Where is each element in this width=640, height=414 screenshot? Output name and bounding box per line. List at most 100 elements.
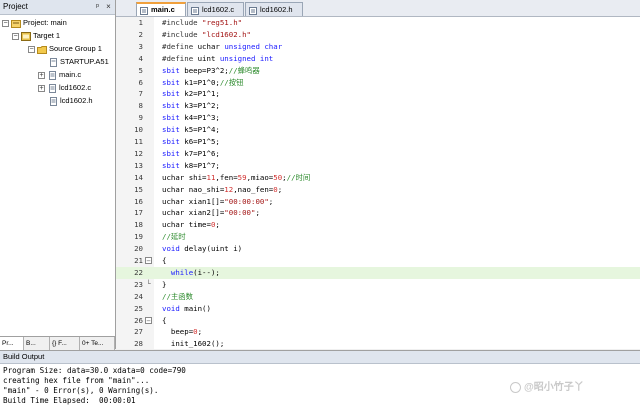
code-line[interactable]: 18 uchar time=0; (116, 219, 640, 231)
code-text: uchar nao_shi=12,nao_fen=0; (162, 184, 283, 194)
line-number: 21 (134, 256, 143, 265)
code-line[interactable]: 11 sbit k6=P1^5; (116, 136, 640, 148)
code-line[interactable]: 3 #define uchar unsigned char (116, 41, 640, 53)
line-number: 27 (134, 327, 143, 337)
line-number: 9 (138, 113, 143, 123)
code-line[interactable]: 8 sbit k3=P1^2; (116, 100, 640, 112)
watermark: @昭小竹子丫 (510, 378, 584, 393)
collapse-icon[interactable]: − (28, 45, 35, 53)
fold-toggle-icon[interactable]: − (145, 257, 152, 265)
tab-main-c[interactable]: main.c (136, 2, 186, 16)
line-number: 23 (134, 279, 143, 289)
line-number: 12 (134, 148, 143, 158)
build-output-title: Build Output (3, 352, 45, 361)
pin-icon[interactable]: ᵖ (93, 2, 102, 11)
tree-item[interactable]: + lcd1602.c (38, 82, 91, 94)
code-text: void delay(uint i) (162, 244, 243, 254)
code-editor[interactable]: 1 #include "reg51.h" 2 #include "lcd1602.h"… (116, 17, 640, 349)
project-panel-tabs: Pr... B... {} F... 0+ Te... (0, 336, 115, 351)
line-number: 18 (134, 220, 143, 230)
tab-project[interactable]: Pr... (0, 337, 24, 350)
tree-item[interactable]: − Project: main (2, 17, 67, 29)
code-text: //主函数 (162, 291, 194, 301)
tab-lcd1602-c[interactable]: lcd1602.c (187, 2, 244, 16)
output-line: Program Size: data=30.0 xdata=0 code=790 (3, 366, 186, 375)
code-line[interactable]: 26− { (116, 315, 640, 327)
project-panel-title: Project (3, 2, 28, 11)
code-line[interactable]: 14 uchar shi=11,fen=59,miao=50;//时间 (116, 172, 640, 184)
collapse-icon[interactable]: − (12, 32, 19, 40)
code-text: sbit k8=P1^7; (162, 160, 220, 170)
code-line[interactable]: 22 while(i--); (116, 266, 640, 279)
code-text: uchar shi=11,fen=59,miao=50;//时间 (162, 172, 311, 182)
line-number: 6 (138, 77, 143, 87)
code-text: uchar xian2[]="00:00"; (162, 208, 260, 218)
expand-icon[interactable]: + (38, 84, 45, 92)
line-number: 28 (134, 339, 143, 349)
tab-functions[interactable]: {} F... (50, 337, 80, 350)
tree-item[interactable]: − Target 1 (12, 30, 60, 42)
code-line[interactable]: 16 uchar xian1[]="00:00:00"; (116, 196, 640, 208)
code-line[interactable]: 4 #define uint unsigned int (116, 53, 640, 65)
code-line[interactable]: 23 └} (116, 279, 640, 291)
code-line[interactable]: 5 sbit beep=P3^2;//蜂鸣器 (116, 65, 640, 77)
build-output-header: Build Output (0, 351, 640, 364)
line-number: 7 (138, 89, 143, 99)
code-text: sbit k3=P1^2; (162, 101, 220, 111)
fold-toggle-icon[interactable]: − (145, 316, 152, 324)
output-line: creating hex file from "main"... (3, 376, 150, 385)
code-line[interactable]: 20 void delay(uint i) (116, 243, 640, 255)
c-file-icon (47, 70, 57, 80)
line-number: 26 (134, 315, 143, 325)
code-line[interactable]: 24 //主函数 (116, 291, 640, 303)
tree-item[interactable]: + main.c (38, 69, 81, 81)
line-number: 8 (138, 101, 143, 111)
code-text: while(i--); (162, 267, 220, 277)
code-line[interactable]: 21− { (116, 255, 640, 267)
tree-item[interactable]: STARTUP.A51 (48, 56, 109, 68)
code-text: sbit k5=P1^4; (162, 125, 220, 135)
line-number: 3 (138, 41, 143, 51)
code-text: sbit k6=P1^5; (162, 137, 220, 146)
editor-tab-bar: main.c lcd1602.c lcd1602.h (116, 0, 640, 17)
tab-templates[interactable]: 0+ Te... (80, 337, 115, 350)
code-line[interactable]: 19 //延时 (116, 231, 640, 243)
asm-file-icon (48, 57, 58, 67)
tree-item[interactable]: lcd1602.h (48, 95, 93, 107)
line-number: 22 (134, 267, 143, 277)
code-line[interactable]: 9 sbit k4=P1^3; (116, 112, 640, 124)
code-text: sbit k2=P1^1; (162, 89, 220, 99)
code-line[interactable]: 13 sbit k8=P1^7; (116, 160, 640, 172)
line-number: 2 (138, 29, 143, 39)
c-file-icon (140, 7, 148, 15)
expand-icon[interactable]: + (38, 71, 45, 79)
project-panel-header: Project ᵖ × (0, 0, 115, 15)
tab-lcd1602-h[interactable]: lcd1602.h (245, 2, 303, 16)
code-line[interactable]: 15 uchar nao_shi=12,nao_fen=0; (116, 184, 640, 196)
code-line[interactable]: 25 void main() (116, 303, 640, 315)
code-line[interactable]: 17 uchar xian2[]="00:00"; (116, 207, 640, 219)
close-icon[interactable]: × (104, 2, 113, 11)
folder-icon (37, 45, 47, 54)
code-line[interactable]: 12 sbit k7=P1^6; (116, 148, 640, 160)
tree-item-label: lcd1602.c (59, 83, 92, 93)
code-text: //延时 (162, 232, 186, 242)
tree-item[interactable]: − Source Group 1 (28, 43, 102, 55)
code-text: uchar xian1[]="00:00:00"; (162, 196, 274, 206)
tree-item-label: STARTUP.A51 (60, 57, 109, 67)
target-icon (21, 31, 31, 41)
code-line[interactable]: 6 sbit k1=P1^0;//按钮 (116, 77, 640, 89)
line-number: 10 (134, 125, 143, 135)
code-line[interactable]: 7 sbit k2=P1^1; (116, 88, 640, 100)
tree-item-label: Source Group 1 (49, 44, 102, 54)
code-line[interactable]: 2 #include "lcd1602.h" (116, 29, 640, 41)
code-line[interactable]: 27 beep=0; (116, 326, 640, 338)
collapse-icon[interactable]: − (2, 19, 9, 27)
code-text: { (162, 315, 167, 325)
line-number: 4 (138, 53, 143, 63)
tab-books[interactable]: B... (24, 337, 50, 350)
line-number: 17 (134, 208, 143, 218)
code-line[interactable]: 10 sbit k5=P1^4; (116, 124, 640, 136)
code-line[interactable]: 1 #include "reg51.h" (116, 17, 640, 29)
code-line[interactable]: 28 init_1602(); (116, 338, 640, 349)
